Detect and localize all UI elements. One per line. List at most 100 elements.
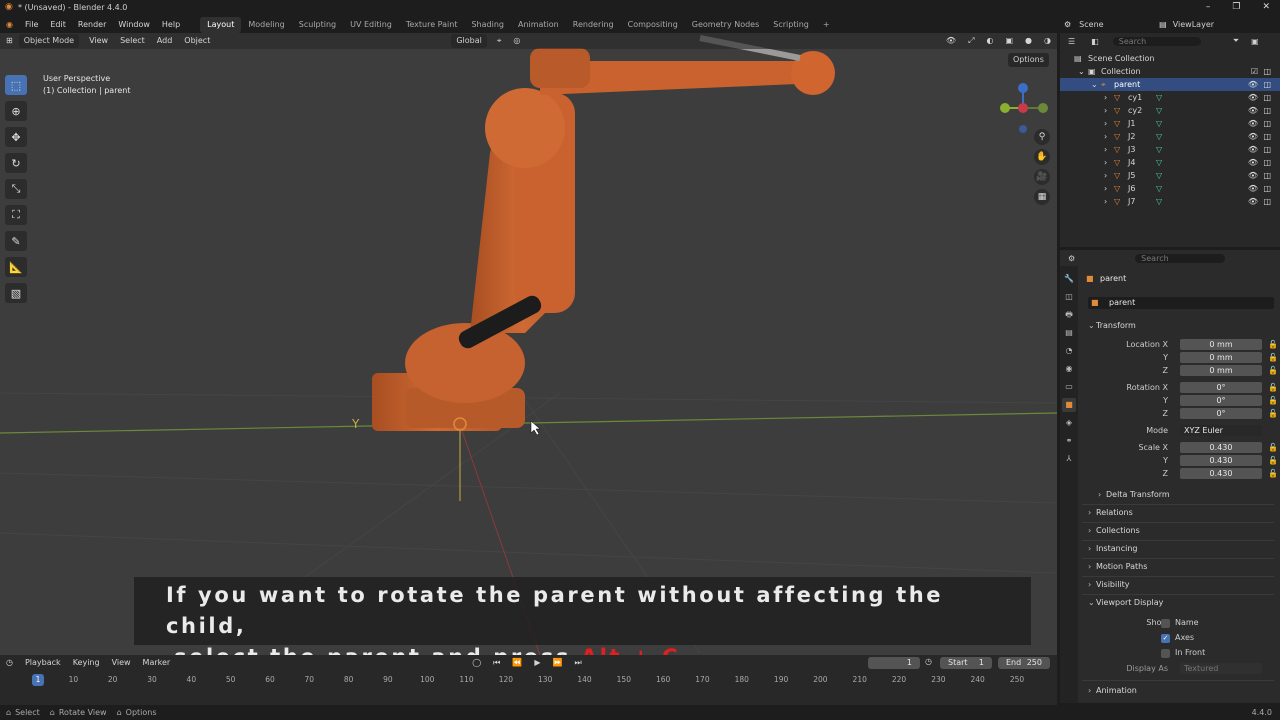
menu-add[interactable]: Add xyxy=(151,33,179,49)
outliner-row-collection[interactable]: ⌄ ▣ Collection ☑ ◫ xyxy=(1060,65,1280,78)
object-name-field[interactable]: parent xyxy=(1109,298,1135,307)
measure-tool-icon[interactable]: 📐 xyxy=(5,257,27,277)
timeline-editor-icon[interactable]: ◷ xyxy=(0,655,19,671)
snap-icon[interactable]: ⌖ xyxy=(491,33,508,49)
menu-help[interactable]: Help xyxy=(156,17,186,33)
expand-arrow-icon[interactable]: › xyxy=(1104,130,1107,143)
visibility-panel[interactable]: › Visibility xyxy=(1082,579,1278,591)
eye-icon[interactable]: 👁 xyxy=(1248,182,1258,195)
rotation-z-field[interactable]: 0° xyxy=(1180,408,1262,419)
orientation-dropdown[interactable]: Global xyxy=(451,34,487,48)
eye-icon[interactable]: 👁 xyxy=(1248,91,1258,104)
expand-arrow-icon[interactable]: › xyxy=(1104,195,1107,208)
display-as-dropdown[interactable]: Textured xyxy=(1180,663,1262,674)
cursor-tool-icon[interactable]: ⊕ xyxy=(5,101,27,121)
scale-z-field[interactable]: 0.430 xyxy=(1180,468,1262,479)
3d-viewport[interactable]: Y ⊞ Object Mode View Select Add Object G… xyxy=(0,33,1057,655)
expand-arrow-icon[interactable]: › xyxy=(1104,182,1107,195)
outliner[interactable]: ☰ ◧ Search ⏷ ▣ ▤ Scene Collection ⌄ ▣ Co… xyxy=(1060,33,1280,247)
filter-icon[interactable]: ⏷ xyxy=(1233,36,1239,46)
menu-window[interactable]: Window xyxy=(112,17,156,33)
mode-dropdown[interactable]: Object Mode xyxy=(18,34,80,48)
eye-icon[interactable]: 👁 xyxy=(1248,195,1258,208)
expand-arrow-icon[interactable]: › xyxy=(1104,156,1107,169)
timeline-ruler[interactable]: 1 10 20 30 40 50 60 70 80 90 100 110 120 130 140 150 160… xyxy=(0,673,1057,687)
tab-animation[interactable]: Animation xyxy=(511,17,566,33)
expand-arrow-icon[interactable]: ⌄ xyxy=(1091,78,1098,91)
menu-keying[interactable]: Keying xyxy=(67,655,106,671)
camera-render-icon[interactable]: ◫ xyxy=(1263,104,1271,117)
annotate-tool-icon[interactable]: ✎ xyxy=(5,231,27,251)
expand-arrow-icon[interactable]: › xyxy=(1104,143,1107,156)
add-workspace-button[interactable]: + xyxy=(816,17,837,33)
view-layer-name[interactable]: ViewLayer xyxy=(1173,20,1214,29)
eye-icon[interactable]: 👁 xyxy=(1248,78,1258,91)
outliner-row-child[interactable]: › ▽ J3 ▽ 👁 ◫ xyxy=(1060,143,1280,156)
camera-render-icon[interactable]: ◫ xyxy=(1263,130,1271,143)
overlay-icon[interactable]: ◐ xyxy=(980,33,999,49)
menu-timeline-view[interactable]: View xyxy=(106,655,137,671)
outliner-row-child[interactable]: › ▽ cy1 ▽ 👁 ◫ xyxy=(1060,91,1280,104)
eye-icon[interactable]: 👁 xyxy=(1248,156,1258,169)
lock-icon[interactable]: 🔓 xyxy=(1268,442,1278,454)
output-tab-icon[interactable]: 🖶 xyxy=(1062,308,1076,322)
tab-geometry-nodes[interactable]: Geometry Nodes xyxy=(685,17,766,33)
outliner-row-scene-collection[interactable]: ▤ Scene Collection xyxy=(1060,52,1280,65)
world-tab-icon[interactable]: ◉ xyxy=(1062,362,1076,376)
rotation-y-field[interactable]: 0° xyxy=(1180,395,1262,406)
menu-file[interactable]: File xyxy=(19,17,44,33)
outliner-search-input[interactable]: Search xyxy=(1112,36,1201,46)
properties-editor[interactable]: ⚙ Search 🔧 ◫ 🖶 ▤ ◔ ◉ ▭ ■ ◈ ⚭ ⅄ ■ parent … xyxy=(1060,250,1280,703)
lock-icon[interactable]: 🔓 xyxy=(1268,339,1278,351)
new-collection-icon[interactable]: ▣ xyxy=(1251,37,1259,46)
tab-layout[interactable]: Layout xyxy=(200,17,242,33)
menu-edit[interactable]: Edit xyxy=(44,17,72,33)
outliner-row-child[interactable]: › ▽ J4 ▽ 👁 ◫ xyxy=(1060,156,1280,169)
menu-view[interactable]: View xyxy=(83,33,114,49)
display-mode-icon[interactable]: ◧ xyxy=(1091,37,1099,46)
scale-y-field[interactable]: 0.430 xyxy=(1180,455,1262,466)
show-in-front-checkbox[interactable] xyxy=(1161,649,1170,658)
camera-render-icon[interactable]: ◫ xyxy=(1263,182,1271,195)
menu-marker[interactable]: Marker xyxy=(137,655,177,671)
grid-ortho-icon[interactable]: ▦ xyxy=(1034,189,1050,205)
jump-end-icon[interactable]: ⏭ xyxy=(568,655,587,671)
outliner-row-child[interactable]: › ▽ J5 ▽ 👁 ◫ xyxy=(1060,169,1280,182)
scene-name[interactable]: Scene xyxy=(1079,20,1149,29)
animation-panel[interactable]: › Animation xyxy=(1082,685,1278,697)
rotation-x-field[interactable]: 0° xyxy=(1180,382,1262,393)
editor-type-icon[interactable]: ⊞ xyxy=(0,33,19,49)
shading-material-icon[interactable]: ◑ xyxy=(1038,33,1057,49)
outliner-row-child[interactable]: › ▽ J1 ▽ 👁 ◫ xyxy=(1060,117,1280,130)
tool-tab-icon[interactable]: 🔧 xyxy=(1062,272,1076,286)
tab-scripting[interactable]: Scripting xyxy=(766,17,816,33)
expand-arrow-icon[interactable]: ⌄ xyxy=(1078,65,1085,78)
rotate-tool-icon[interactable]: ↻ xyxy=(5,153,27,173)
timeline[interactable]: ◷ Playback Keying View Marker ◯ ⏮ ⏪ ▶ ⏩ … xyxy=(0,655,1057,705)
shading-solid-icon[interactable]: ● xyxy=(1019,33,1038,49)
current-frame-field[interactable]: 1 xyxy=(868,657,920,669)
show-name-checkbox[interactable] xyxy=(1161,619,1170,628)
collection-tab-icon[interactable]: ▭ xyxy=(1062,380,1076,394)
eye-icon[interactable]: 👁 xyxy=(1248,169,1258,182)
eye-icon[interactable]: 👁 xyxy=(1248,104,1258,117)
expand-arrow-icon[interactable]: › xyxy=(1104,91,1107,104)
outliner-editor-icon[interactable]: ☰ xyxy=(1068,37,1075,46)
menu-render[interactable]: Render xyxy=(72,17,112,33)
collections-panel[interactable]: › Collections xyxy=(1082,525,1278,537)
modifier-tab-icon[interactable]: ◈ xyxy=(1062,416,1076,430)
zoom-icon[interactable]: ⚲ xyxy=(1034,129,1050,145)
motion-paths-panel[interactable]: › Motion Paths xyxy=(1082,561,1278,573)
lock-icon[interactable]: 🔓 xyxy=(1268,365,1278,377)
expand-arrow-icon[interactable]: › xyxy=(1104,169,1107,182)
constraint-tab-icon[interactable]: ⚭ xyxy=(1062,434,1076,448)
expand-arrow-icon[interactable]: › xyxy=(1104,117,1107,130)
camera-render-icon[interactable]: ◫ xyxy=(1263,143,1271,156)
auto-key-icon[interactable]: ◯ xyxy=(466,655,487,671)
camera-render-icon[interactable]: ◫ xyxy=(1263,156,1271,169)
tab-shading[interactable]: Shading xyxy=(464,17,511,33)
relations-panel[interactable]: › Relations xyxy=(1082,507,1278,519)
maximize-button[interactable]: ❐ xyxy=(1232,2,1240,12)
delta-transform-panel[interactable]: › Delta Transform xyxy=(1082,489,1278,501)
checkbox-icon[interactable]: ☑ xyxy=(1251,65,1258,78)
